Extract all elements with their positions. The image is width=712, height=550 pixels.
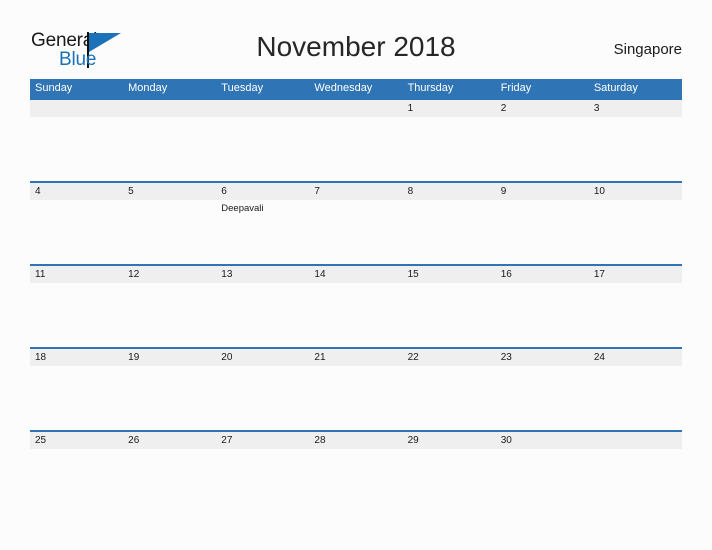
- day-cell[interactable]: [123, 366, 216, 430]
- date-number[interactable]: 18: [30, 349, 123, 366]
- day-cell[interactable]: [403, 283, 496, 347]
- day-cell[interactable]: [496, 449, 589, 513]
- date-number[interactable]: 9: [496, 183, 589, 200]
- date-number[interactable]: 29: [403, 432, 496, 449]
- day-cell[interactable]: [216, 117, 309, 181]
- date-number[interactable]: 26: [123, 432, 216, 449]
- week-event-band: [30, 117, 682, 181]
- weekday-header-row: Sunday Monday Tuesday Wednesday Thursday…: [30, 79, 682, 98]
- day-cell: [589, 449, 682, 513]
- date-number[interactable]: 21: [309, 349, 402, 366]
- day-cell[interactable]: [30, 283, 123, 347]
- date-number: [589, 432, 682, 449]
- page-title: November 2018: [256, 31, 456, 62]
- date-number[interactable]: 13: [216, 266, 309, 283]
- day-cell-holiday[interactable]: Deepavali: [216, 200, 309, 264]
- date-number[interactable]: 16: [496, 266, 589, 283]
- date-number[interactable]: [309, 100, 402, 117]
- week-date-band: 1 2 3: [30, 98, 682, 117]
- date-number[interactable]: 8: [403, 183, 496, 200]
- date-number[interactable]: 10: [589, 183, 682, 200]
- day-cell[interactable]: [216, 449, 309, 513]
- day-cell[interactable]: [496, 366, 589, 430]
- date-number[interactable]: 22: [403, 349, 496, 366]
- day-cell[interactable]: [30, 200, 123, 264]
- day-cell[interactable]: [123, 200, 216, 264]
- date-number[interactable]: 15: [403, 266, 496, 283]
- calendar-page: General Blue November 2018 Singapore Sun…: [0, 0, 712, 550]
- date-number[interactable]: 19: [123, 349, 216, 366]
- week-date-band: 4 5 6 7 8 9 10: [30, 181, 682, 200]
- date-number[interactable]: 25: [30, 432, 123, 449]
- calendar-grid: Sunday Monday Tuesday Wednesday Thursday…: [30, 79, 682, 513]
- day-cell[interactable]: [309, 283, 402, 347]
- day-cell[interactable]: [309, 117, 402, 181]
- day-cell[interactable]: [216, 283, 309, 347]
- date-number[interactable]: 11: [30, 266, 123, 283]
- calendar-week-row: 4 5 6 7 8 9 10 Deepavali: [30, 181, 682, 264]
- day-cell[interactable]: [403, 200, 496, 264]
- day-cell[interactable]: [589, 283, 682, 347]
- day-cell[interactable]: [309, 200, 402, 264]
- date-number[interactable]: 1: [403, 100, 496, 117]
- day-cell[interactable]: [123, 117, 216, 181]
- calendar-week-row: 1 2 3: [30, 98, 682, 181]
- day-cell[interactable]: [123, 283, 216, 347]
- weekday-header-tuesday: Tuesday: [221, 82, 264, 94]
- day-cell[interactable]: [309, 366, 402, 430]
- date-number[interactable]: [30, 100, 123, 117]
- date-number[interactable]: 23: [496, 349, 589, 366]
- day-cell[interactable]: [403, 117, 496, 181]
- date-number[interactable]: [216, 100, 309, 117]
- date-number[interactable]: 30: [496, 432, 589, 449]
- date-number[interactable]: 7: [309, 183, 402, 200]
- week-event-band: [30, 283, 682, 347]
- day-cell[interactable]: [403, 366, 496, 430]
- week-event-band: [30, 449, 682, 513]
- date-number[interactable]: 6: [216, 183, 309, 200]
- calendar-week-row: 18 19 20 21 22 23 24: [30, 347, 682, 430]
- weekday-header-monday: Monday: [128, 82, 168, 94]
- date-number[interactable]: 20: [216, 349, 309, 366]
- week-date-band: 11 12 13 14 15 16 17: [30, 264, 682, 283]
- date-number[interactable]: 5: [123, 183, 216, 200]
- date-number[interactable]: 4: [30, 183, 123, 200]
- week-date-band: 18 19 20 21 22 23 24: [30, 347, 682, 366]
- calendar-week-row: 25 26 27 28 29 30: [30, 430, 682, 513]
- weekday-header-wednesday: Wednesday: [314, 82, 373, 94]
- day-cell[interactable]: [30, 366, 123, 430]
- region-label: Singapore: [613, 41, 682, 58]
- day-cell[interactable]: [216, 366, 309, 430]
- date-number[interactable]: [123, 100, 216, 117]
- day-cell[interactable]: [30, 117, 123, 181]
- day-cell[interactable]: [309, 449, 402, 513]
- day-cell[interactable]: [496, 117, 589, 181]
- weekday-header-saturday: Saturday: [593, 82, 638, 94]
- day-cell[interactable]: [123, 449, 216, 513]
- date-number[interactable]: 2: [496, 100, 589, 117]
- day-cell[interactable]: [496, 200, 589, 264]
- day-cell[interactable]: [589, 366, 682, 430]
- week-date-band: 25 26 27 28 29 30: [30, 430, 682, 449]
- date-number[interactable]: 28: [309, 432, 402, 449]
- day-cell[interactable]: [30, 449, 123, 513]
- weekday-header-thursday: Thursday: [407, 82, 454, 94]
- calendar-week-row: 11 12 13 14 15 16 17: [30, 264, 682, 347]
- holiday-label: Deepavali: [221, 203, 264, 214]
- date-number[interactable]: 24: [589, 349, 682, 366]
- weekday-header-sunday: Sunday: [35, 82, 73, 94]
- day-cell[interactable]: [589, 117, 682, 181]
- day-cell[interactable]: [496, 283, 589, 347]
- date-number[interactable]: 27: [216, 432, 309, 449]
- week-event-band: Deepavali: [30, 200, 682, 264]
- date-number[interactable]: 17: [589, 266, 682, 283]
- page-header: General Blue November 2018 Singapore: [0, 0, 712, 78]
- week-event-band: [30, 366, 682, 430]
- date-number[interactable]: 3: [589, 100, 682, 117]
- date-number[interactable]: 12: [123, 266, 216, 283]
- day-cell[interactable]: [403, 449, 496, 513]
- weekday-header-friday: Friday: [500, 82, 532, 94]
- day-cell[interactable]: [589, 200, 682, 264]
- date-number[interactable]: 14: [309, 266, 402, 283]
